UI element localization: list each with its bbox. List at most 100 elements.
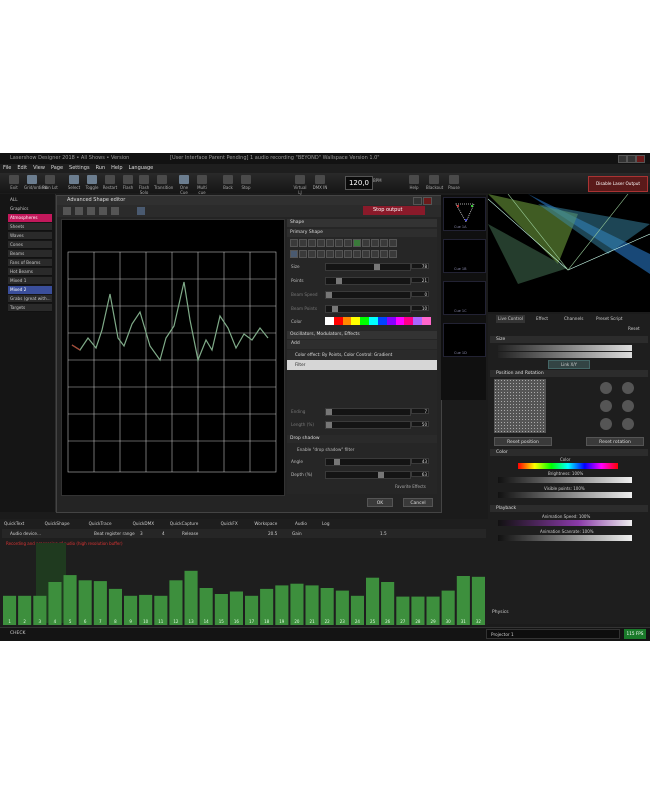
bottom-tab[interactable]: QuickCapture: [170, 520, 199, 528]
length-slider[interactable]: [325, 421, 411, 429]
shape-circle-icon[interactable]: [344, 239, 352, 247]
toolbar-button[interactable]: Plan Lst: [42, 175, 58, 190]
menu-item[interactable]: Edit: [14, 164, 30, 173]
menu-item[interactable]: Help: [108, 164, 125, 173]
effect-item-filter[interactable]: Filter: [287, 360, 437, 370]
toolbar-button[interactable]: Restart: [102, 175, 118, 190]
tab-live-control[interactable]: Live Control: [496, 315, 526, 323]
bpm-display[interactable]: 120,0: [345, 176, 373, 190]
beam-speed-value[interactable]: 0: [411, 291, 429, 297]
shape-star-icon[interactable]: [362, 239, 370, 247]
toolbar-button[interactable]: Back: [220, 175, 236, 190]
audio-device-button[interactable]: Audio device...: [10, 531, 41, 536]
toolbar-button[interactable]: One Cue: [176, 175, 192, 195]
toolbar-button[interactable]: Virtual LJ: [292, 175, 308, 195]
category-item[interactable]: Cones: [8, 241, 52, 249]
category-item[interactable]: Beams: [8, 250, 52, 258]
animation-scanrate-slider[interactable]: [498, 535, 632, 541]
copy-icon[interactable]: [99, 207, 107, 215]
bottom-tab[interactable]: QuickShape: [45, 520, 70, 528]
playback-section[interactable]: Playback: [490, 505, 648, 512]
toolbar-button[interactable]: Stop: [238, 175, 254, 190]
bottom-tab[interactable]: QuickFX: [221, 520, 238, 528]
toolbar-button[interactable]: Select: [66, 175, 82, 190]
reset-position-button[interactable]: Reset position: [494, 437, 552, 446]
color-hue-slider[interactable]: [518, 463, 618, 469]
menu-item[interactable]: Run: [93, 164, 109, 173]
category-item[interactable]: Graphics: [8, 205, 52, 213]
menu-item[interactable]: Language: [126, 164, 157, 173]
category-item[interactable]: Targets: [8, 304, 52, 312]
category-item[interactable]: ALL: [8, 196, 52, 204]
band-to[interactable]: 4: [162, 531, 165, 536]
gain-value[interactable]: 1.5: [380, 531, 387, 536]
category-item[interactable]: Fans of Beams: [8, 259, 52, 267]
reset-rotation-button[interactable]: Reset rotation: [586, 437, 644, 446]
toolbar-button[interactable]: Transition: [154, 175, 173, 190]
cancel-button[interactable]: Cancel: [403, 498, 433, 507]
maximize-button[interactable]: [627, 155, 636, 163]
shape-zigzag-icon[interactable]: [299, 250, 307, 258]
shape-square-icon[interactable]: [317, 239, 325, 247]
shape-wave-icon[interactable]: [290, 250, 298, 258]
shape-sine-icon[interactable]: [335, 250, 343, 258]
disable-output-button[interactable]: Disable Laser Output: [588, 176, 648, 192]
brightness-slider[interactable]: [498, 477, 632, 483]
menu-item[interactable]: View: [30, 164, 48, 173]
points-value[interactable]: 21: [411, 277, 429, 283]
toolbar-button[interactable]: DMX IN: [312, 175, 328, 190]
minimize-button[interactable]: [618, 155, 627, 163]
length-value[interactable]: 50: [411, 421, 429, 427]
shape-type-row-1[interactable]: [290, 239, 398, 248]
effect-item-color[interactable]: Color effect: By Points, Color Control: …: [287, 350, 437, 360]
open-icon[interactable]: [75, 207, 83, 215]
tab-channels[interactable]: Channels: [562, 315, 585, 323]
bottom-tab[interactable]: Log: [322, 520, 329, 528]
cue-tile[interactable]: Cue 1A: [443, 197, 486, 231]
position-pad[interactable]: [494, 379, 546, 433]
menu-item[interactable]: Page: [48, 164, 66, 173]
points-slider[interactable]: [325, 277, 411, 285]
angle-slider[interactable]: [325, 458, 411, 466]
cue-tile[interactable]: Cue 1D: [443, 323, 486, 357]
shape-pulse-icon[interactable]: [362, 250, 370, 258]
position-section[interactable]: Position and Rotation: [490, 370, 648, 377]
shape-spiral-icon[interactable]: [308, 250, 316, 258]
shape-vline-icon[interactable]: [299, 239, 307, 247]
shape-cross-icon[interactable]: [380, 239, 388, 247]
rotation-y-knob[interactable]: [600, 400, 612, 412]
shape-heart-icon[interactable]: [317, 250, 325, 258]
rotation-x2-knob[interactable]: [622, 382, 634, 394]
shape-dot-icon[interactable]: [353, 239, 361, 247]
ending-slider[interactable]: [325, 408, 411, 416]
shape-type-row-2[interactable]: [290, 250, 398, 259]
shape-random-icon[interactable]: [371, 250, 379, 258]
size-y-slider[interactable]: [498, 352, 632, 358]
shape-custom-icon[interactable]: [389, 250, 397, 258]
category-item[interactable]: Hot Beams: [8, 268, 52, 276]
toolbar-button[interactable]: Help: [406, 175, 422, 190]
tab-effect[interactable]: Effect: [534, 315, 550, 323]
category-item[interactable]: Mixed 2: [8, 286, 52, 294]
visible-points-slider[interactable]: [498, 492, 632, 498]
category-item[interactable]: Mixed 1: [8, 277, 52, 285]
shape-fan-icon[interactable]: [380, 250, 388, 258]
bottom-tab[interactable]: Workspace: [254, 520, 277, 528]
toolbar-button[interactable]: Flash: [120, 175, 136, 190]
cue-tile[interactable]: Cue 1C: [443, 281, 486, 315]
category-item[interactable]: Grabs (great with...: [8, 295, 52, 303]
bottom-tab[interactable]: QuickText: [4, 520, 24, 528]
menu-item[interactable]: File: [0, 164, 14, 173]
shape-triangle-icon[interactable]: [308, 239, 316, 247]
band-from[interactable]: 3: [140, 531, 143, 536]
size-section[interactable]: Size: [490, 336, 648, 343]
color-swatches[interactable]: [325, 317, 431, 325]
release-value[interactable]: 20.5: [268, 531, 277, 536]
depth-value[interactable]: 63: [411, 471, 429, 477]
animation-speed-slider[interactable]: [498, 520, 632, 526]
category-item[interactable]: Waves: [8, 232, 52, 240]
new-icon[interactable]: [63, 207, 71, 215]
shape-grid-icon[interactable]: [389, 239, 397, 247]
ok-button[interactable]: OK: [367, 498, 393, 507]
shape-noise-icon[interactable]: [344, 250, 352, 258]
